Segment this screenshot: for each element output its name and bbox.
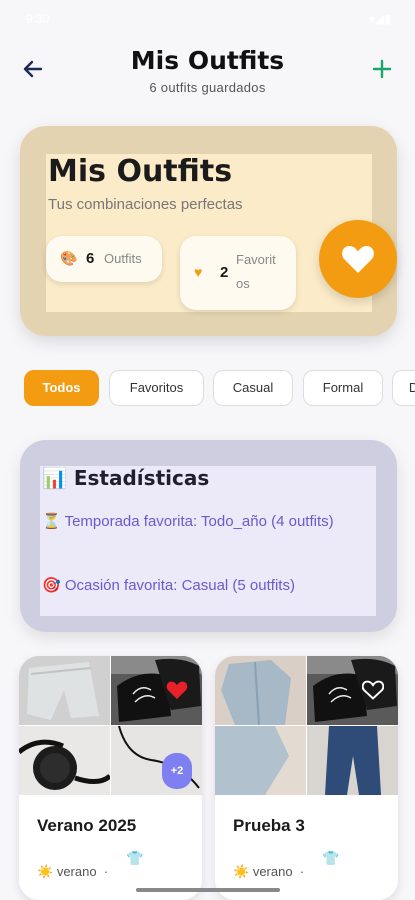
app-header: Mis Outfits 6 outfits guardados (0, 40, 415, 110)
hero-title: Mis Outfits (48, 154, 233, 189)
hero-content: Mis Outfits Tus combinaciones perfectas … (46, 154, 397, 312)
filter-chip-casual[interactable]: Casual (213, 370, 293, 406)
outfit-image-shoes (111, 656, 202, 725)
filter-chip-favoritos[interactable]: Favoritos (109, 370, 204, 406)
outfit-name: Prueba 3 (233, 816, 305, 835)
stats-content: 📊 Estadísticas ⏳ Temporada favorita: Tod… (40, 466, 376, 616)
plus-icon (372, 59, 392, 79)
filter-chip-formal[interactable]: Formal (303, 370, 383, 406)
outfit-season-tag: ☀️ verano · (37, 864, 108, 880)
favorite-toggle[interactable] (166, 680, 188, 705)
more-items-badge: +2 (162, 753, 192, 789)
hero-subtitle: Tus combinaciones perfectas (48, 196, 243, 213)
favorites-count-pill: ♥ 2 Favoritos (180, 236, 296, 310)
hero-card: Mis Outfits Tus combinaciones perfectas … (20, 126, 397, 336)
outfit-name: Verano 2025 (37, 816, 137, 835)
stats-title: 📊 Estadísticas (42, 466, 210, 490)
outfit-image-jacket-detail (215, 726, 306, 795)
add-outfit-button[interactable] (369, 56, 395, 82)
filter-chips: Todos Favoritos Casual Formal Deporte (24, 370, 415, 408)
favorite-toggle[interactable] (361, 680, 385, 705)
status-bar: 9:30 ▾◢▮ (0, 0, 415, 34)
outfit-image-jacket (215, 656, 306, 725)
favorites-count: 2 (220, 264, 229, 281)
outfit-season: verano (56, 864, 97, 879)
outfit-image-shorts (19, 656, 110, 725)
shirt-icon: 👕 (322, 850, 340, 866)
tag-separator: · (100, 864, 109, 879)
sun-icon: ☀️ (233, 864, 250, 879)
sun-icon: ☀️ (37, 864, 54, 879)
palette-icon: 🎨 (60, 250, 78, 266)
stats-card: 📊 Estadísticas ⏳ Temporada favorita: Tod… (20, 440, 397, 632)
outfit-card-verano[interactable]: +2 Verano 2025 👕 ☀️ verano · (19, 656, 202, 900)
outfit-card-prueba[interactable]: Prueba 3 👕 ☀️ verano · (215, 656, 398, 900)
favorites-label: Favoritos (236, 252, 276, 291)
status-time: 9:30 (26, 12, 50, 26)
tag-separator: · (296, 864, 305, 879)
outfits-label: Outfits (104, 251, 142, 266)
heart-icon (342, 246, 374, 273)
favorites-heart-button[interactable] (319, 220, 397, 298)
shirt-icon: 👕 (126, 850, 144, 866)
heart-small-icon: ♥ (194, 264, 203, 280)
outfit-image-grid: +2 (19, 656, 202, 795)
home-indicator (136, 888, 280, 892)
outfit-image-shoes (307, 656, 398, 725)
outfit-image-jeans (307, 726, 398, 795)
stats-occasion: 🎯 Ocasión favorita: Casual (5 outfits) (42, 577, 295, 594)
status-icons: ▾◢▮ (369, 12, 391, 26)
heart-filled-icon (166, 681, 188, 700)
stats-season: ⏳ Temporada favorita: Todo_año (4 outfit… (42, 513, 334, 530)
outfits-count: 6 (86, 250, 95, 267)
page-title: Mis Outfits (130, 46, 285, 75)
outfit-image-watch (19, 726, 110, 795)
heart-outline-icon (361, 680, 385, 700)
filter-chip-deporte[interactable]: Deporte (392, 370, 415, 406)
filter-chip-todos[interactable]: Todos (24, 370, 99, 406)
outfit-season: verano (252, 864, 293, 879)
outfit-image-grid (215, 656, 398, 795)
page-subtitle: 6 outfits guardados (149, 80, 266, 95)
outfit-season-tag: ☀️ verano · (233, 864, 304, 880)
outfits-count-pill: 🎨 6 Outfits (46, 236, 162, 282)
